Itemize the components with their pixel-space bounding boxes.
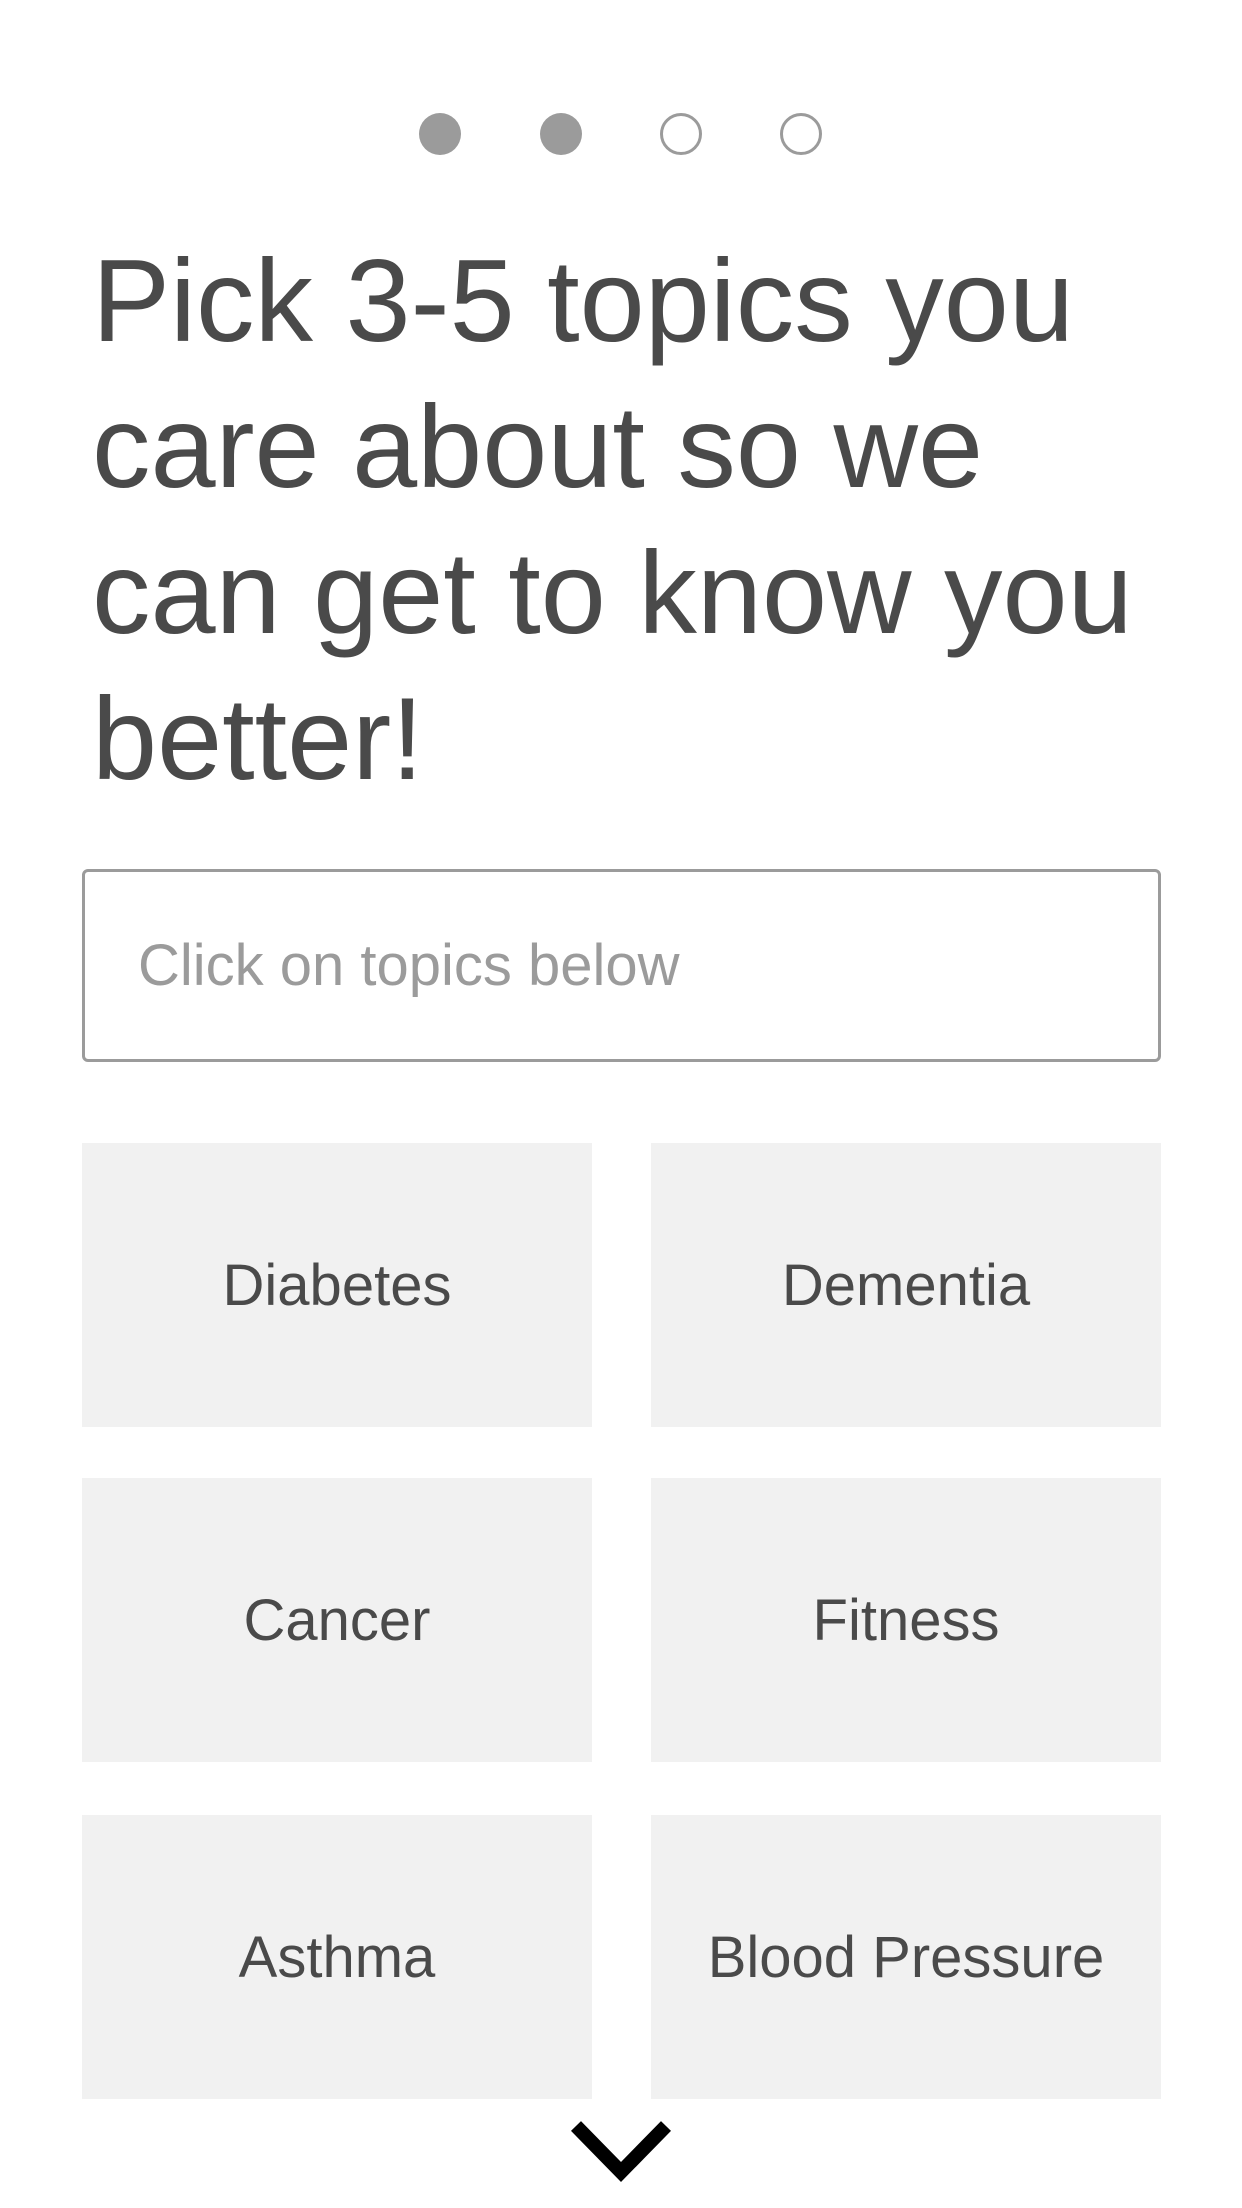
progress-dot-2 — [540, 113, 582, 155]
topic-label: Blood Pressure — [707, 1924, 1105, 1990]
progress-dot-3 — [660, 113, 702, 155]
topic-tile-blood-pressure[interactable]: Blood Pressure — [651, 1815, 1161, 2099]
topic-tile-cancer[interactable]: Cancer — [82, 1478, 592, 1762]
progress-dot-4 — [780, 113, 822, 155]
topic-search-input[interactable] — [82, 869, 1161, 1062]
topic-label: Dementia — [781, 1252, 1031, 1318]
topic-label: Asthma — [238, 1924, 436, 1990]
page-title: Pick 3-5 topics you care about so we can… — [92, 235, 1133, 804]
topic-tile-fitness[interactable]: Fitness — [651, 1478, 1161, 1762]
progress-dot-1 — [419, 113, 461, 155]
topic-tile-dementia[interactable]: Dementia — [651, 1143, 1161, 1427]
topic-label: Cancer — [243, 1587, 431, 1653]
topic-tile-asthma[interactable]: Asthma — [82, 1815, 592, 2099]
chevron-down-icon[interactable] — [570, 2118, 672, 2184]
topic-tile-diabetes[interactable]: Diabetes — [82, 1143, 592, 1427]
topic-label: Diabetes — [222, 1252, 452, 1318]
progress-dots — [0, 113, 1242, 159]
topic-label: Fitness — [812, 1587, 1000, 1653]
